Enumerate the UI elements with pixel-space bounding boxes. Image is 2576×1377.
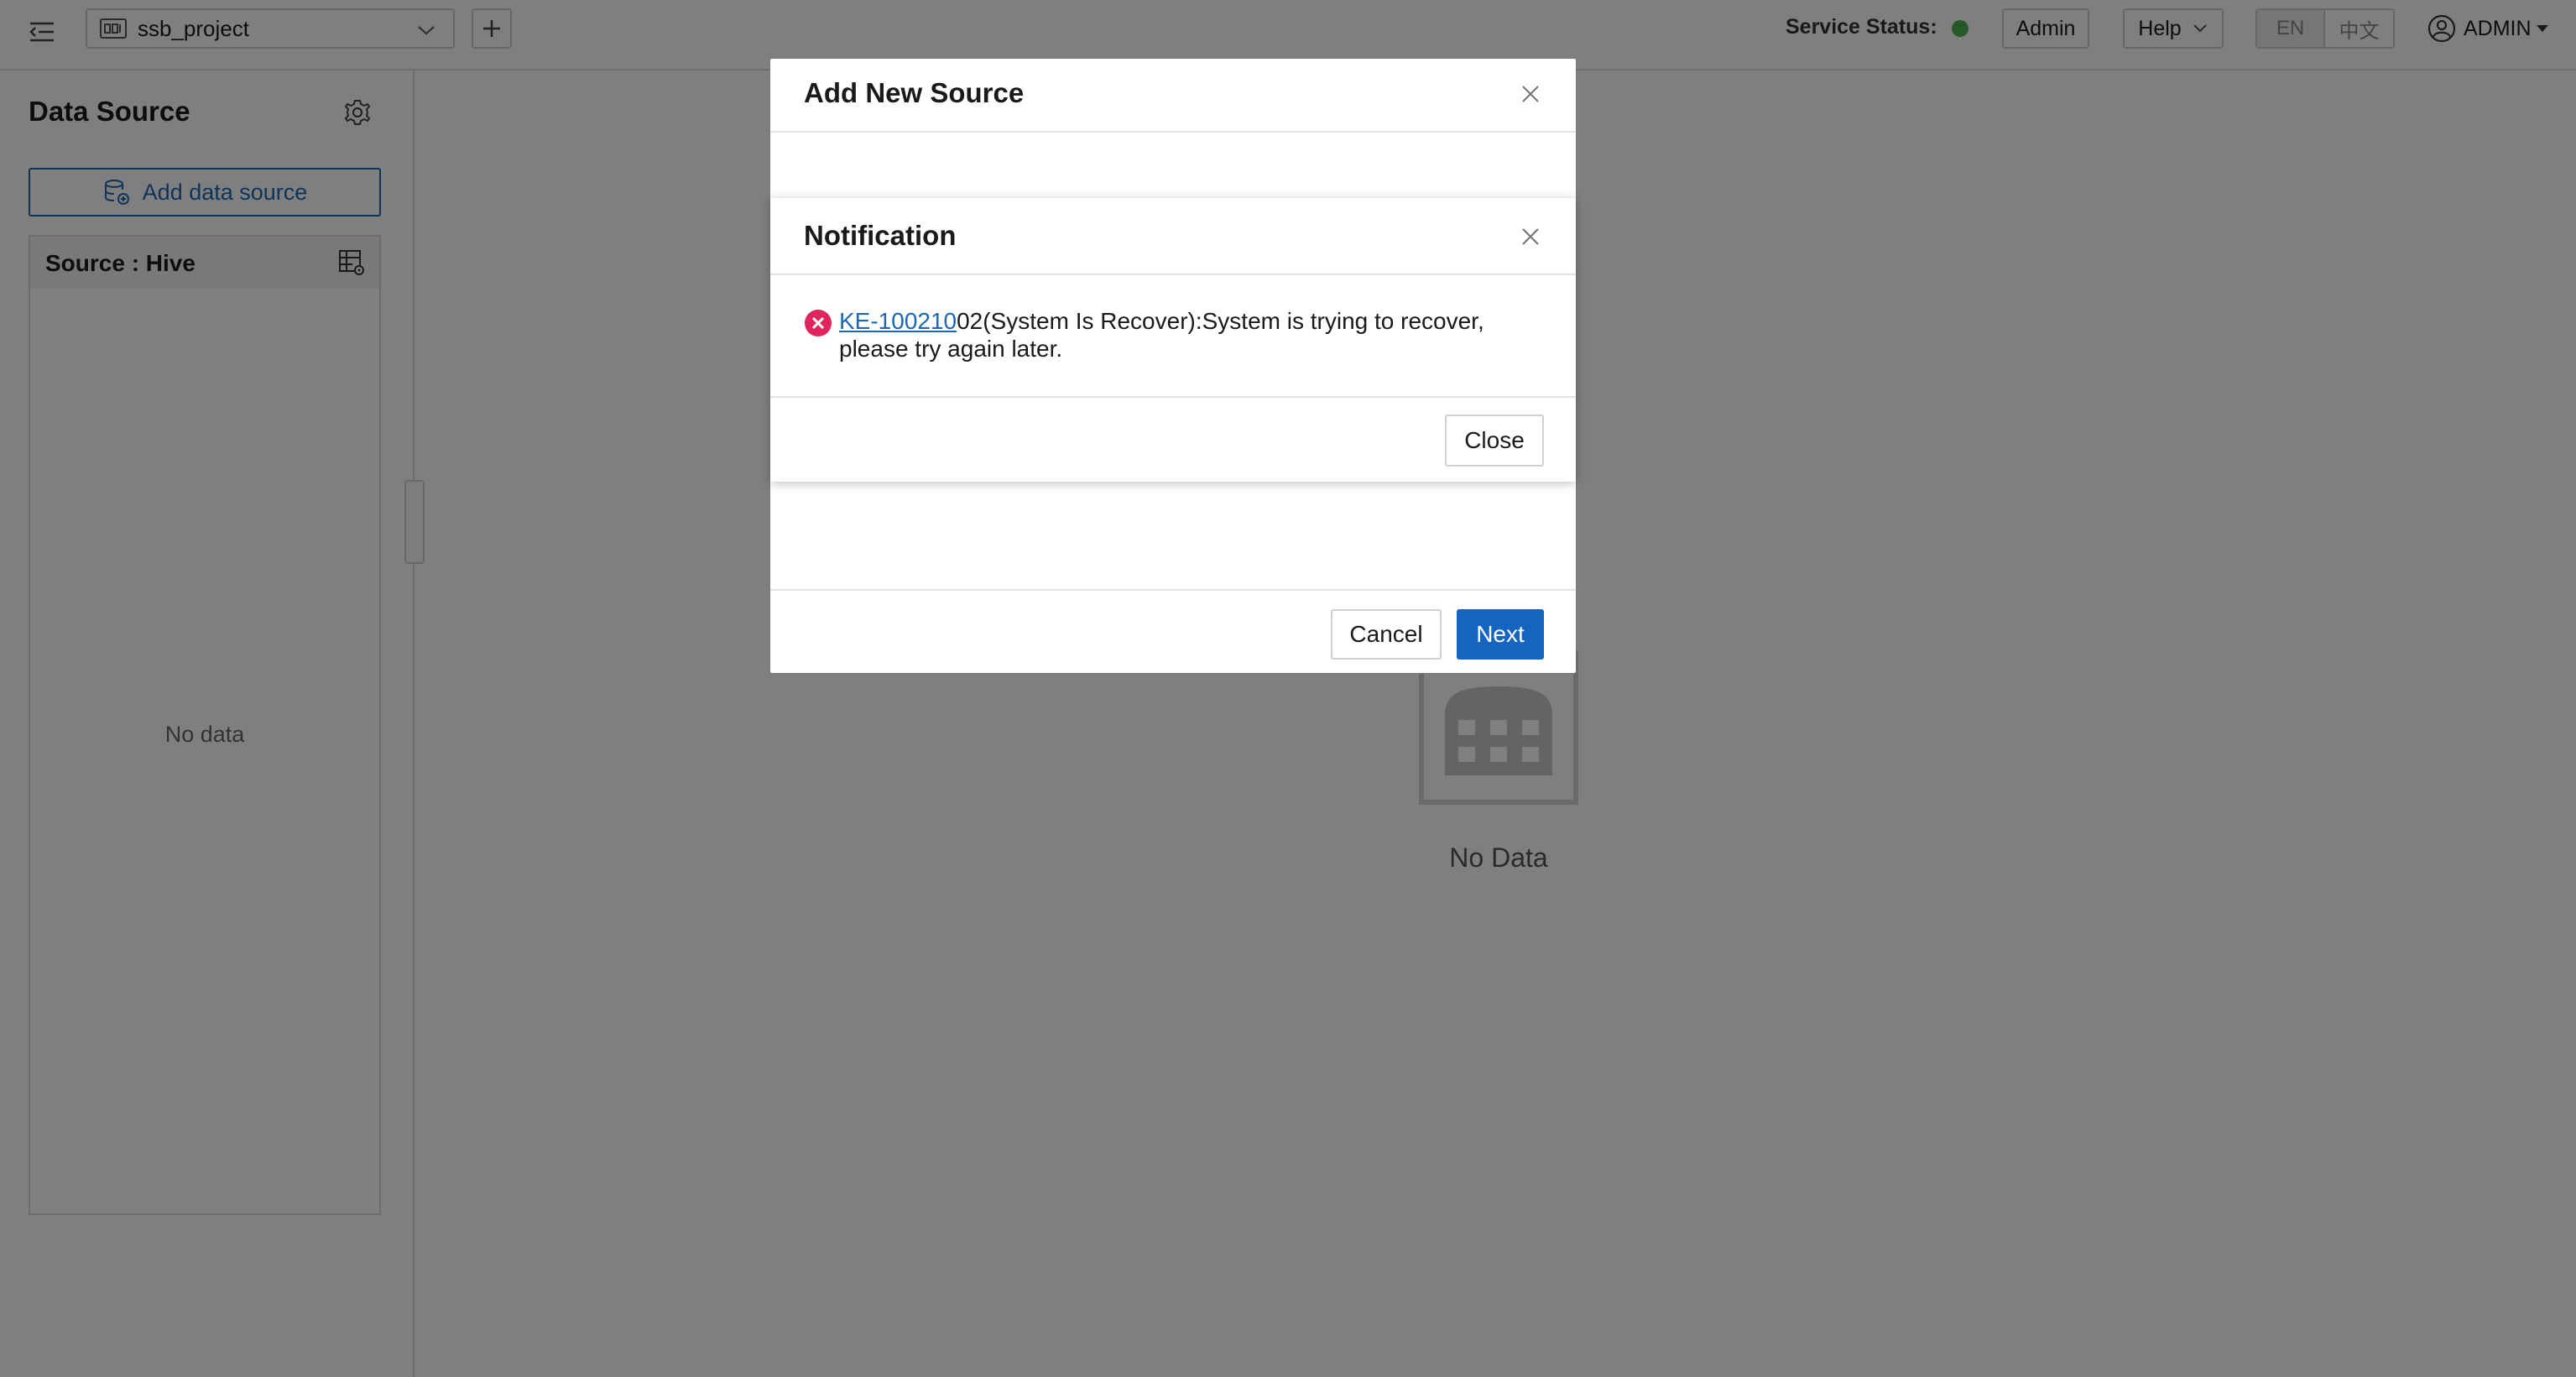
notification-title: Notification [804, 220, 957, 251]
dialog-footer: Cancel Next [770, 589, 1576, 673]
app-root: ssb_project Service Status: Admin Help E… [0, 0, 2576, 1377]
dialog-title: Add New Source [804, 77, 1025, 108]
cancel-button[interactable]: Cancel [1331, 609, 1442, 660]
error-code-link[interactable]: KE-100210 [839, 308, 957, 334]
dialog-header: Add New Source [770, 59, 1576, 133]
notification-message: KE-10021002(System Is Recover):System is… [839, 307, 1527, 363]
notification-footer: Close [770, 396, 1576, 482]
close-icon[interactable] [1517, 223, 1544, 250]
error-circle-icon [805, 310, 832, 336]
notification-dialog: Notification KE-10021002(System Is Recov… [770, 198, 1576, 482]
next-button[interactable]: Next [1457, 609, 1544, 660]
close-button[interactable]: Close [1445, 415, 1544, 467]
close-icon[interactable] [1517, 81, 1544, 107]
notification-header: Notification [770, 198, 1576, 275]
